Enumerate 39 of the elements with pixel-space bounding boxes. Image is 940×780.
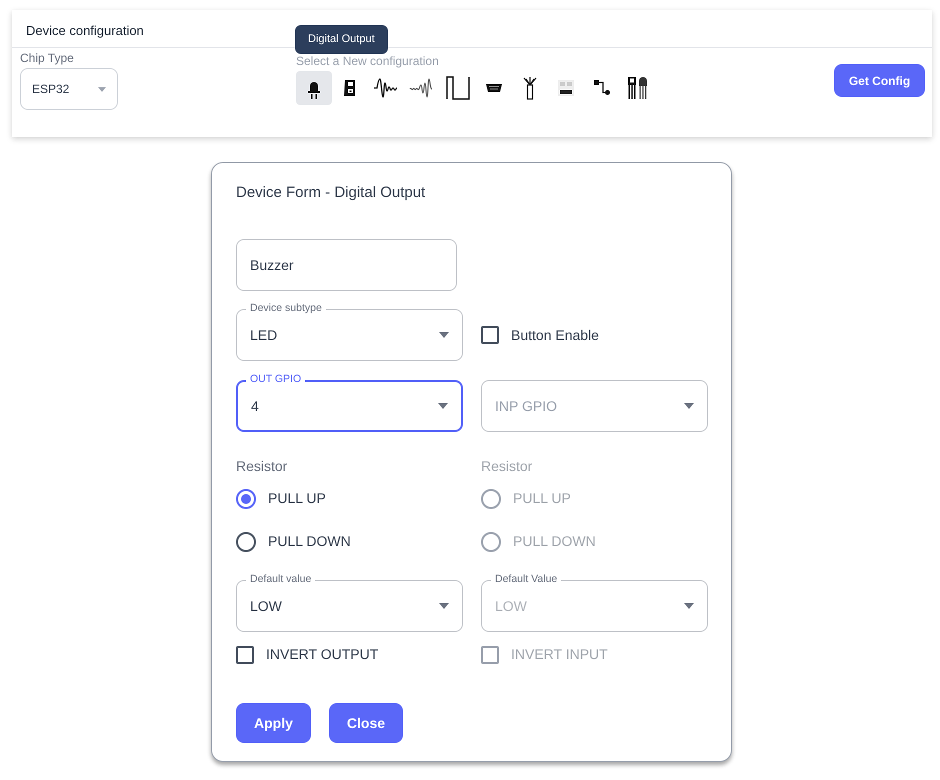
- group-label: Resistor: [481, 457, 532, 476]
- radio-label: PULL UP: [268, 489, 326, 508]
- square-wave-icon: [446, 76, 470, 100]
- radio-button[interactable]: [236, 532, 256, 552]
- checkbox-label: Button Enable: [511, 326, 599, 344]
- caret-icon: [98, 86, 106, 92]
- module-icon: [343, 78, 357, 98]
- caret-icon: [438, 403, 448, 409]
- antenna-icon: [522, 76, 538, 100]
- waveform-icon: [409, 78, 435, 98]
- checkbox-label: INVERT INPUT: [511, 645, 608, 664]
- group-label: Resistor: [236, 457, 288, 476]
- checkbox-label: INVERT OUTPUT: [266, 645, 378, 664]
- close-button[interactable]: Close: [328, 703, 404, 743]
- checkbox[interactable]: [481, 326, 499, 344]
- caret-icon: [439, 332, 449, 338]
- get-config-button[interactable]: Get Config: [834, 64, 925, 97]
- waveform-icon: [373, 78, 399, 98]
- field-label: Device subtype: [246, 301, 326, 315]
- apply-button[interactable]: Apply: [236, 703, 311, 743]
- caret-icon: [684, 403, 694, 409]
- caret-icon: [684, 603, 694, 609]
- form-title: Device Form - Digital Output: [236, 183, 426, 202]
- radio-label: PULL DOWN: [268, 532, 351, 551]
- connector-icon: [486, 83, 502, 93]
- circuit-icon: [593, 79, 611, 97]
- field-label: Chip Type: [20, 50, 74, 66]
- section-label: Select a New configuration: [296, 54, 439, 68]
- chip-type-select[interactable]: ESP32: [20, 68, 118, 110]
- transistor-icon: [627, 76, 649, 100]
- checkbox[interactable]: [236, 646, 254, 664]
- panel-title: Device configuration: [26, 23, 144, 38]
- radio-label: PULL DOWN: [513, 532, 596, 551]
- bus-chip-icon: [557, 79, 575, 97]
- radio-label: PULL UP: [513, 489, 571, 508]
- config-option[interactable]: [296, 71, 332, 105]
- radio-button[interactable]: [236, 488, 256, 508]
- caret-icon: [439, 603, 449, 609]
- tooltip: Digital Output: [295, 25, 388, 54]
